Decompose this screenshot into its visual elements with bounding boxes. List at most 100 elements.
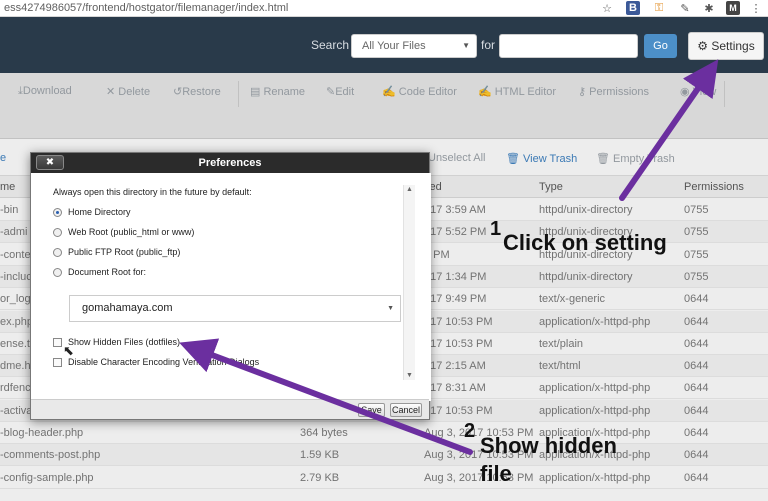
step-2-text-line1: Show hidden	[480, 433, 617, 458]
eyedropper-extension-icon[interactable]: ✎	[678, 1, 692, 15]
file-manager-header: Search All Your Files ▼ for Go ⚙ Setting…	[0, 17, 768, 73]
column-permissions[interactable]: Permissions	[684, 181, 744, 193]
b-extension-icon[interactable]: B	[626, 1, 640, 15]
column-type[interactable]: Type	[539, 181, 563, 193]
close-icon: ✕	[106, 86, 119, 98]
trash-icon: 🗑	[596, 153, 610, 165]
table-cell-perm: 0755	[684, 204, 709, 216]
radio-web-root-label[interactable]: Web Root (public_html or www)	[68, 227, 194, 237]
mail-extension-icon[interactable]: M	[726, 1, 740, 15]
settings-button[interactable]: ⚙ Settings	[688, 32, 764, 60]
view-trash-button[interactable]: 🗑 View Trash	[506, 152, 577, 165]
toolbar-divider	[724, 81, 725, 107]
table-cell-name: -activa	[0, 404, 33, 417]
disable-encoding-label[interactable]: Disable Character Encoding Verification …	[68, 357, 259, 367]
dialog-body: ▲ ▼ Always open this directory in the fu…	[31, 173, 431, 401]
pencil-icon: ✎	[326, 86, 336, 98]
step-1-text: Click on setting	[503, 230, 667, 255]
save-button[interactable]: Save	[358, 403, 385, 417]
table-cell-name: -bin	[0, 204, 19, 216]
cancel-button[interactable]: Cancel	[390, 403, 422, 417]
table-cell-modified: 017 10:53 PM	[424, 404, 493, 417]
table-row[interactable]: -comments-post.php 1.59 KB Aug 3, 2017 10:…	[0, 444, 768, 467]
table-cell-size: 2.79 KB	[300, 471, 340, 484]
step-2-number: 2	[464, 420, 476, 442]
table-cell-type: httpd/unix-directory	[539, 270, 633, 283]
table-cell-perm: 0755	[684, 270, 709, 283]
delete-button[interactable]: ✕ Delete	[106, 85, 150, 98]
table-row[interactable]: -blog-header.php 364 bytes Aug 3, 2017 10:…	[0, 422, 768, 444]
unselect-all-button[interactable]: Unselect All	[428, 152, 485, 164]
radio-home-directory-label[interactable]: Home Directory	[68, 207, 131, 217]
table-cell-perm: 0644	[684, 360, 709, 373]
show-hidden-files-checkbox[interactable]	[53, 338, 62, 347]
search-input[interactable]	[499, 34, 638, 58]
empty-trash-button[interactable]: 🗑 Empty Trash	[596, 152, 675, 165]
star-icon[interactable]: ☆	[600, 1, 614, 15]
table-cell-name: dme.h	[0, 360, 31, 373]
table-cell-modified: 017 5:52 PM	[424, 226, 487, 239]
edit-button[interactable]: ✎Edit	[326, 85, 354, 98]
table-cell-perm: 0644	[684, 404, 709, 417]
domain-value: gomahamaya.com	[82, 302, 173, 314]
url-text[interactable]: ess4274986057/frontend/hostgator/fileman…	[4, 2, 288, 14]
dialog-scrollbar[interactable]: ▲ ▼	[403, 185, 415, 380]
step-2-text-line2: file	[480, 461, 512, 486]
radio-public-ftp-root[interactable]	[53, 248, 62, 257]
table-cell-name: -comments-post.php	[0, 449, 101, 462]
permissions-button[interactable]: ⚷ Permissions	[578, 85, 649, 98]
table-cell-size: 1.59 KB	[300, 449, 340, 462]
for-label: for	[481, 38, 496, 52]
key-icon: ⚷	[578, 86, 590, 98]
table-cell-perm: 0755	[684, 248, 709, 261]
radio-public-ftp-root-label[interactable]: Public FTP Root (public_ftp)	[68, 247, 180, 257]
table-cell-name: -conte	[0, 248, 31, 261]
view-button[interactable]: ◉ View	[680, 85, 716, 98]
default-directory-intro: Always open this directory in the future…	[53, 187, 252, 197]
table-cell-name: -blog-header.php	[0, 427, 84, 439]
radio-web-root[interactable]	[53, 228, 62, 237]
restore-button[interactable]: ↺Restore	[173, 85, 221, 98]
gear-icon: ⚙	[697, 39, 709, 53]
radio-home-directory[interactable]	[53, 208, 62, 217]
column-name[interactable]: me	[0, 181, 15, 193]
edit-icon: ✍	[478, 86, 495, 98]
table-cell-modified: Aug 3, 2017 10:53 PM	[424, 471, 534, 484]
scroll-up-icon[interactable]: ▲	[406, 186, 413, 193]
table-cell-perm: 0644	[684, 471, 709, 484]
disable-encoding-checkbox[interactable]	[53, 358, 62, 367]
radio-document-root-label[interactable]: Document Root for:	[68, 267, 146, 277]
select-all-button[interactable]: e	[0, 152, 6, 164]
key-extension-icon[interactable]: ⚿	[652, 1, 666, 15]
table-cell-perm: 0644	[684, 427, 709, 439]
table-cell-perm: 0644	[684, 293, 709, 306]
table-cell-name: -incluc	[0, 270, 32, 283]
search-scope-select[interactable]: All Your Files ▼	[351, 34, 477, 58]
table-cell-name: ex.php	[0, 315, 34, 328]
table-cell-perm: 0644	[684, 449, 709, 462]
eye-icon: ◉	[680, 86, 693, 98]
html-editor-button[interactable]: ✍ HTML Editor	[478, 85, 556, 98]
table-cell-type: application/x-httpd-php	[539, 404, 651, 417]
show-hidden-files-label[interactable]: Show Hidden Files (dotfiles)	[68, 337, 180, 347]
table-cell-perm: 0755	[684, 226, 709, 239]
table-cell-modified: 017 1:34 PM	[424, 270, 487, 283]
table-cell-size: 364 bytes	[300, 427, 348, 439]
rename-button[interactable]: ▤ Rename	[250, 85, 305, 98]
radio-document-root[interactable]	[53, 268, 62, 277]
download-button[interactable]: ⤓Download	[18, 85, 72, 98]
go-button[interactable]: Go	[644, 34, 677, 58]
table-row[interactable]: -config-sample.php 2.79 KB Aug 3, 2017 10:…	[0, 467, 768, 489]
step-1-number: 1	[490, 218, 502, 240]
preferences-dialog: Preferences ✖ ▲ ▼ Always open this direc…	[30, 152, 431, 420]
chevron-down-icon: ▼	[462, 41, 470, 50]
undo-icon: ↺	[173, 86, 183, 98]
puzzle-extension-icon[interactable]: ✱	[702, 1, 716, 15]
dialog-close-button[interactable]: ✖	[36, 155, 64, 170]
scroll-down-icon[interactable]: ▼	[406, 372, 413, 379]
table-cell-name: rdfenc	[0, 382, 31, 395]
code-editor-button[interactable]: ✍ Code Editor	[382, 85, 457, 98]
menu-icon[interactable]: ⋮	[750, 1, 762, 15]
document-root-domain-select[interactable]: gomahamaya.com ▼	[69, 295, 401, 322]
table-cell-perm: 0644	[684, 382, 709, 395]
